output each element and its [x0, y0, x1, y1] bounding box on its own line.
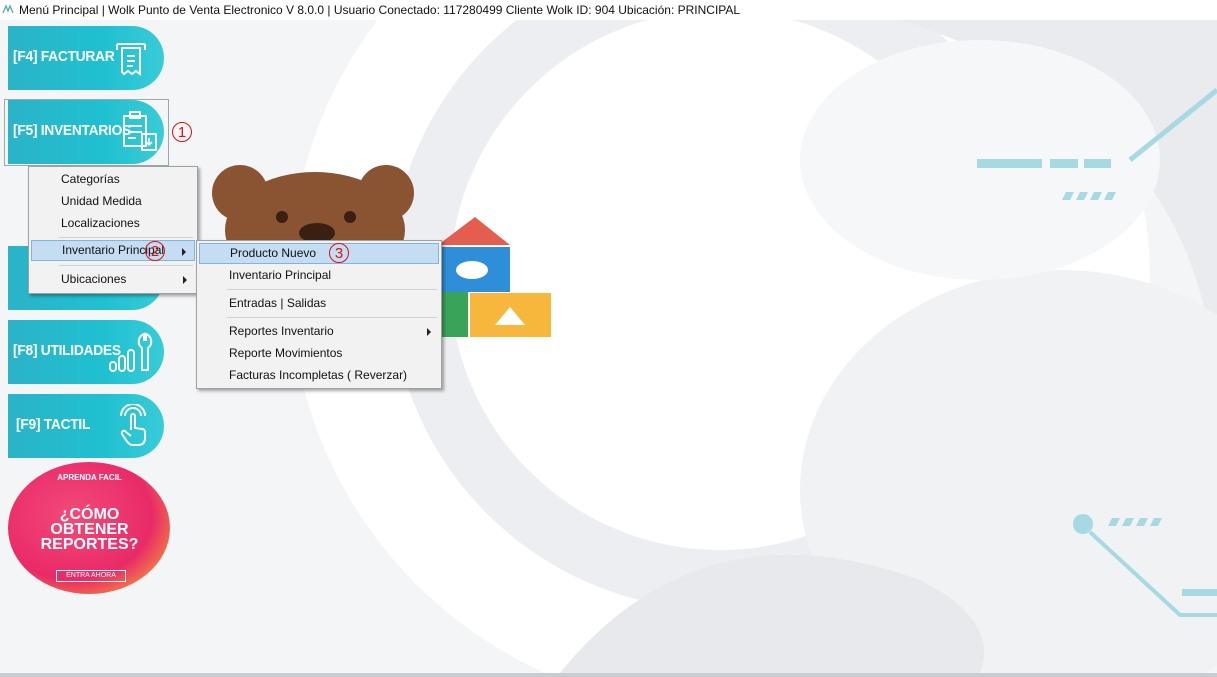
menu-separator	[59, 265, 193, 266]
menu-item-categorias[interactable]: Categorías	[31, 169, 195, 190]
promo-kicker: APRENDA FACIL	[57, 473, 122, 482]
menu-item-reporte-movimientos[interactable]: Reporte Movimientos	[199, 343, 439, 364]
menu-item-facturas-incompletas[interactable]: Facturas Incompletas ( Reverzar)	[199, 365, 439, 386]
utilidades-button[interactable]: [F8] UTILIDADES	[8, 320, 164, 384]
promo-banner[interactable]: APRENDA FACIL ¿CÓMO OBTENER REPORTES? EN…	[8, 462, 171, 594]
tactil-button[interactable]: [F9] TACTIL	[8, 394, 164, 458]
step-1-annotation: 1	[172, 122, 192, 142]
menu-separator	[59, 237, 193, 238]
promo-line-3: REPORTES?	[40, 536, 139, 553]
menu-item-inventario-principal-sub[interactable]: Inventario Principal	[199, 265, 439, 286]
bottom-status-strip	[0, 673, 1217, 677]
submenu-arrow-icon	[427, 328, 431, 336]
background-artwork	[0, 20, 1217, 673]
facturar-button[interactable]: [F4] FACTURAR	[8, 26, 164, 90]
utilities-chart-wrench-icon	[109, 332, 153, 372]
app-logo-icon	[2, 4, 14, 14]
background-graphic	[290, 20, 1217, 673]
receipt-bag-icon	[116, 43, 146, 76]
promo-cta[interactable]: ENTRA AHORA	[56, 570, 126, 582]
submenu-arrow-icon	[183, 276, 187, 284]
menu-separator	[227, 317, 437, 318]
touch-hand-icon	[120, 404, 146, 446]
menu-item-ubicaciones-label: Ubicaciones	[61, 272, 127, 286]
menu-item-ubicaciones[interactable]: Ubicaciones	[31, 269, 195, 290]
step-2-annotation: 2	[145, 241, 165, 261]
window-title-bar: Menú Principal | Wolk Punto de Venta Ele…	[0, 0, 1217, 20]
utilidades-label: [F8] UTILIDADES	[13, 342, 121, 359]
menu-item-reportes-inventario[interactable]: Reportes Inventario	[199, 321, 439, 342]
menu-item-inventario-principal[interactable]: Inventario Principal	[31, 240, 195, 261]
clipboard-inventory-icon	[123, 111, 157, 151]
menu-item-entradas-salidas[interactable]: Entradas | Salidas	[199, 293, 439, 314]
inventario-principal-submenu: Producto Nuevo Inventario Principal Entr…	[196, 240, 442, 389]
menu-item-unidad-medida[interactable]: Unidad Medida	[31, 191, 195, 212]
menu-item-reportes-inventario-label: Reportes Inventario	[229, 324, 334, 338]
tactil-label: [F9] TACTIL	[16, 416, 91, 433]
submenu-arrow-icon	[182, 248, 186, 256]
step-3-annotation: 3	[329, 243, 349, 263]
inventarios-label: [F5] INVENTARIOS	[13, 122, 132, 139]
facturar-label: [F4] FACTURAR	[13, 48, 115, 65]
menu-item-localizaciones[interactable]: Localizaciones	[31, 213, 195, 234]
menu-item-producto-nuevo[interactable]: Producto Nuevo	[199, 243, 439, 264]
window-title: Menú Principal | Wolk Punto de Venta Ele…	[19, 3, 741, 17]
menu-separator	[227, 289, 437, 290]
inventory-menu: Categorías Unidad Medida Localizaciones …	[28, 166, 198, 294]
inventarios-button[interactable]: [F5] INVENTARIOS	[8, 100, 164, 164]
